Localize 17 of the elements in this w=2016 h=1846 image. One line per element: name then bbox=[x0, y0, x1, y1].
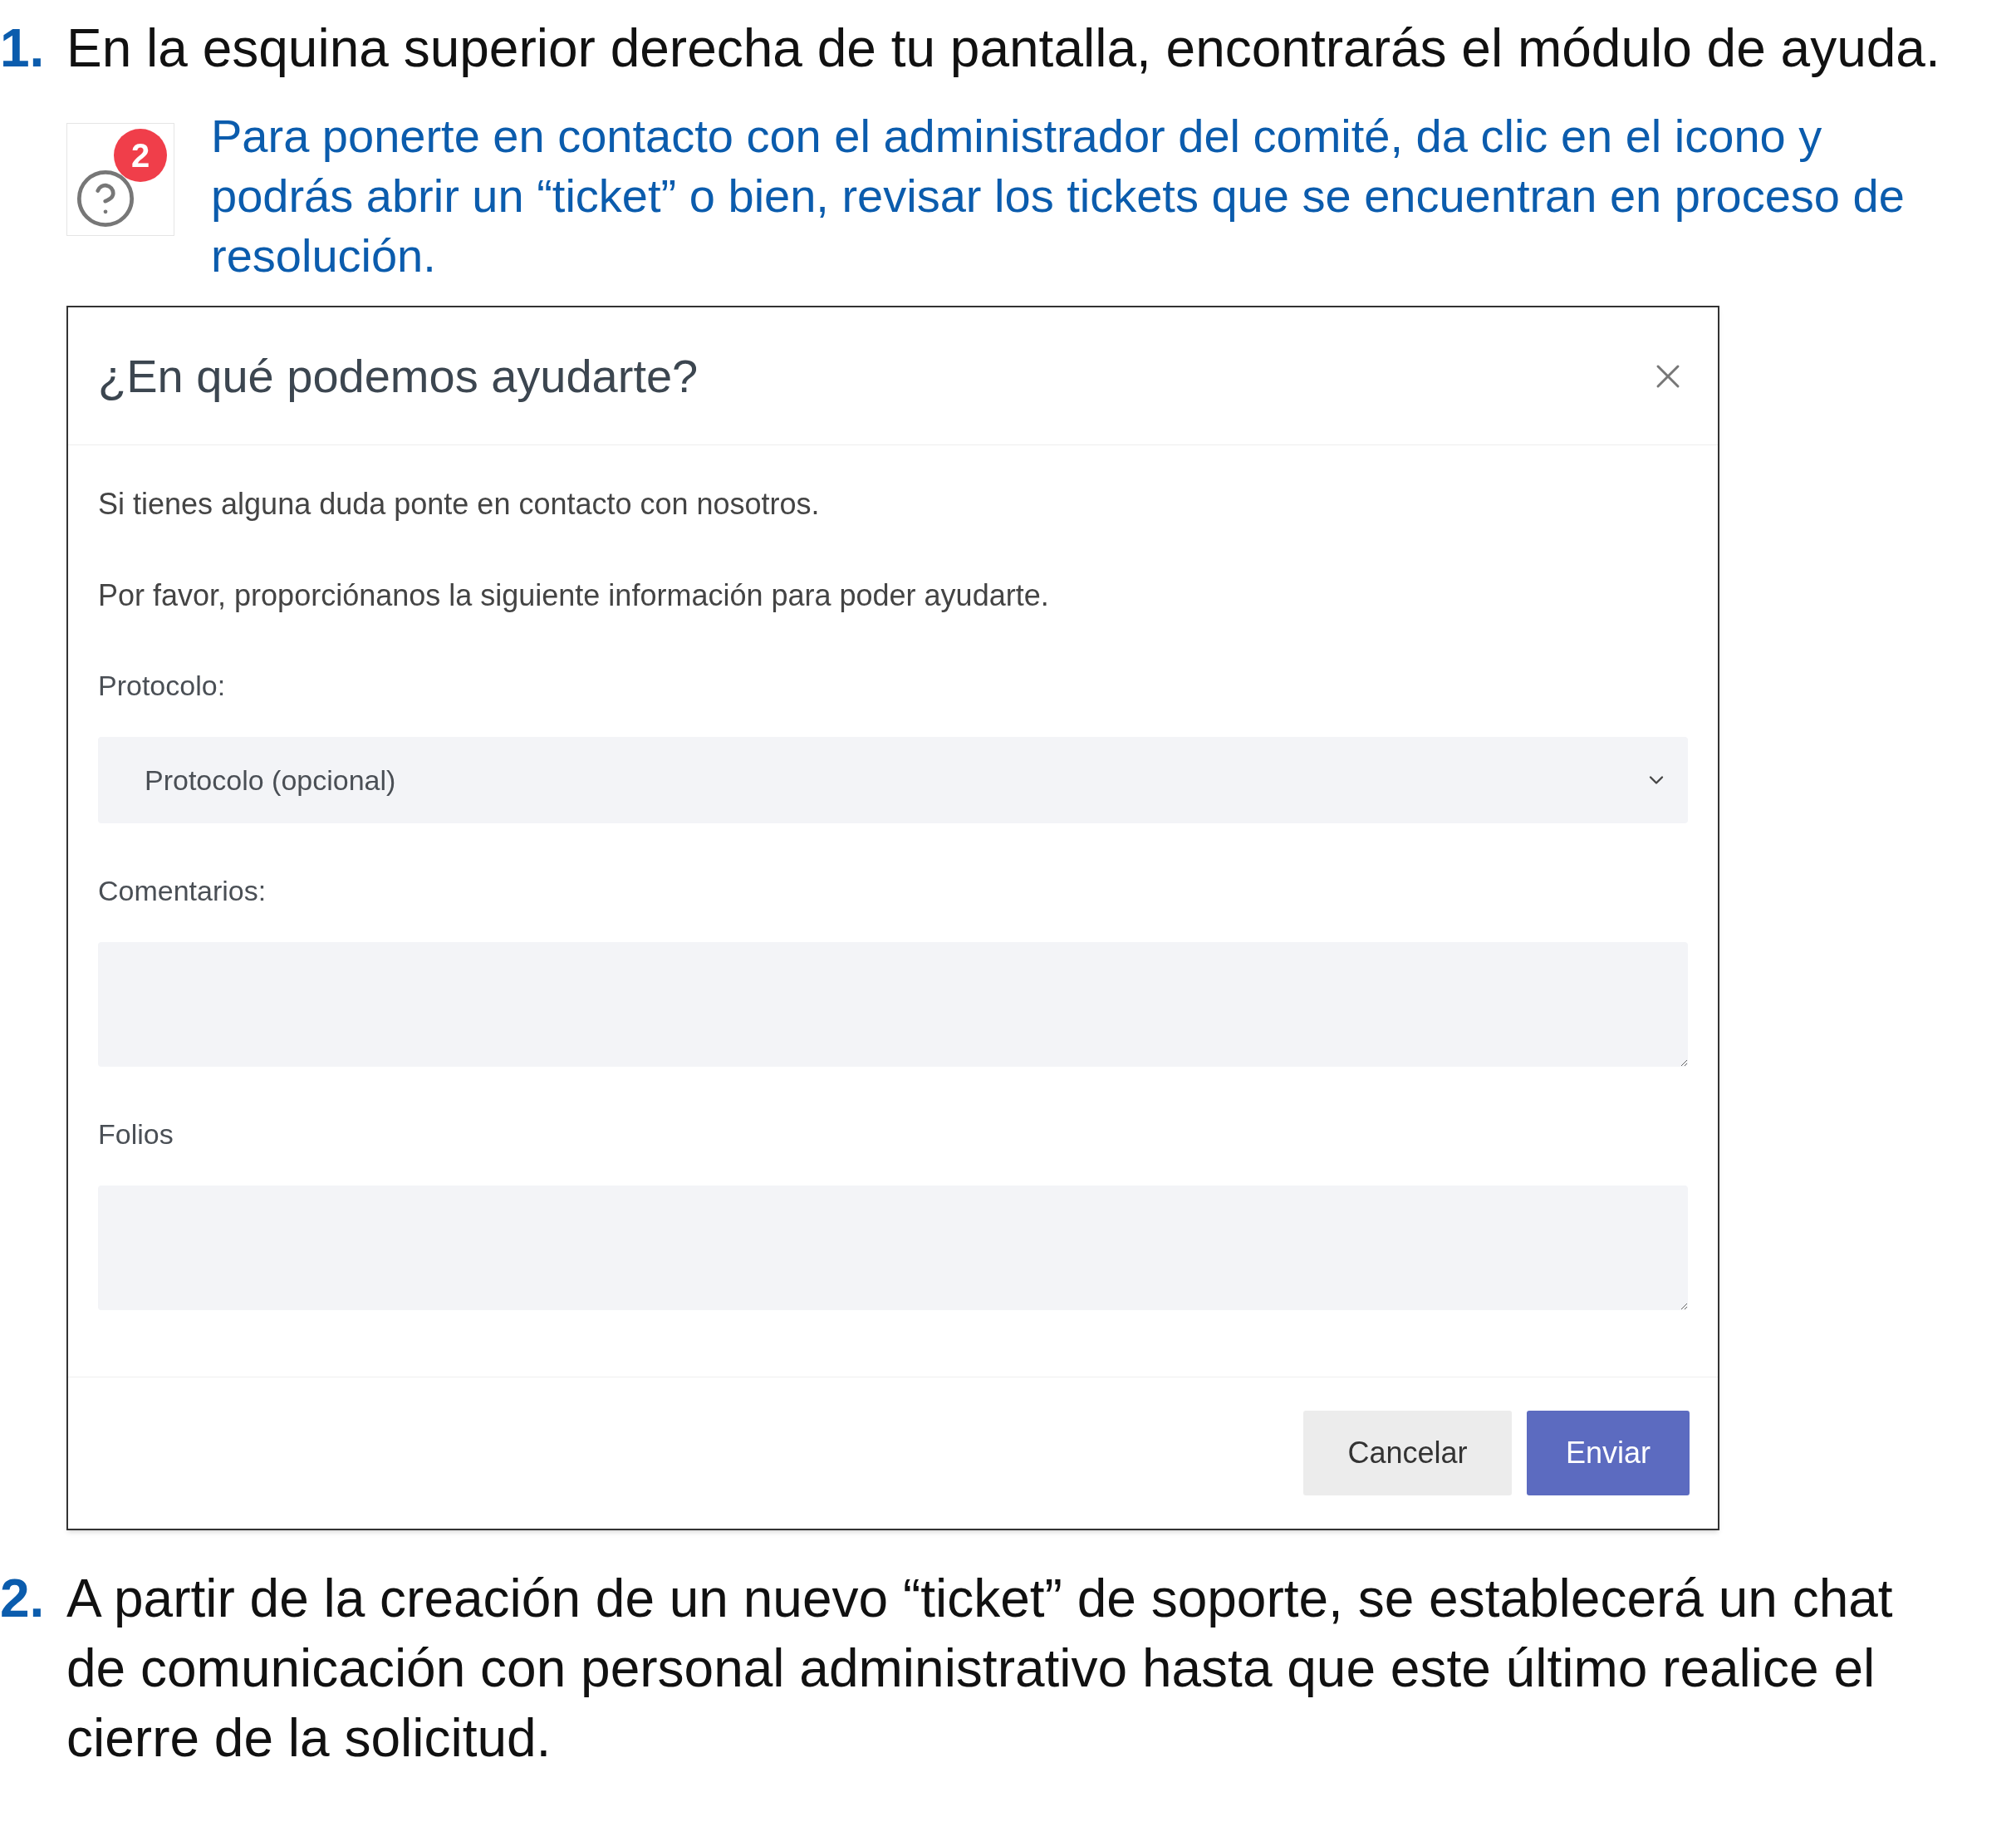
send-button[interactable]: Enviar bbox=[1527, 1411, 1690, 1495]
step-text: En la esquina superior derecha de tu pantalla, encontrarás el módulo de ayuda. bbox=[66, 17, 1941, 80]
dialog-text: Si tienes alguna duda ponte en contacto con nosotros. bbox=[98, 486, 821, 523]
dialog-text: Por favor, proporciónanos la siguiente información para poder ayudarte. bbox=[98, 577, 1050, 614]
dialog-title: ¿En qué podemos ayudarte? bbox=[98, 348, 699, 404]
help-note: Para ponerte en contacto con el administrador del comité, da clic en el icono y podrás abrir un “ticket” o bien, revisar los tickets que se encuentran en proceso de resolución. bbox=[211, 109, 1906, 283]
step-number: 2. bbox=[0, 1568, 46, 1630]
notification-badge: 2 bbox=[114, 129, 167, 182]
step-number: 1. bbox=[0, 17, 46, 80]
field-label: Folios bbox=[98, 1117, 174, 1151]
field-label: Comentarios: bbox=[98, 874, 267, 908]
protocol-select[interactable]: Protocolo (opcional) bbox=[98, 737, 1688, 823]
field-label: Protocolo: bbox=[98, 669, 227, 703]
text-area-field[interactable] bbox=[98, 942, 1688, 1067]
text-area-field[interactable] bbox=[98, 1186, 1688, 1310]
step-text: A partir de la creación de un nuevo “ticket” de soporte, se establecerá un chat de comunicación con personal administrativo hasta que este último realice el cierre de la solicitud. bbox=[66, 1568, 1894, 1770]
cancel-button[interactable]: Cancelar bbox=[1303, 1411, 1512, 1495]
